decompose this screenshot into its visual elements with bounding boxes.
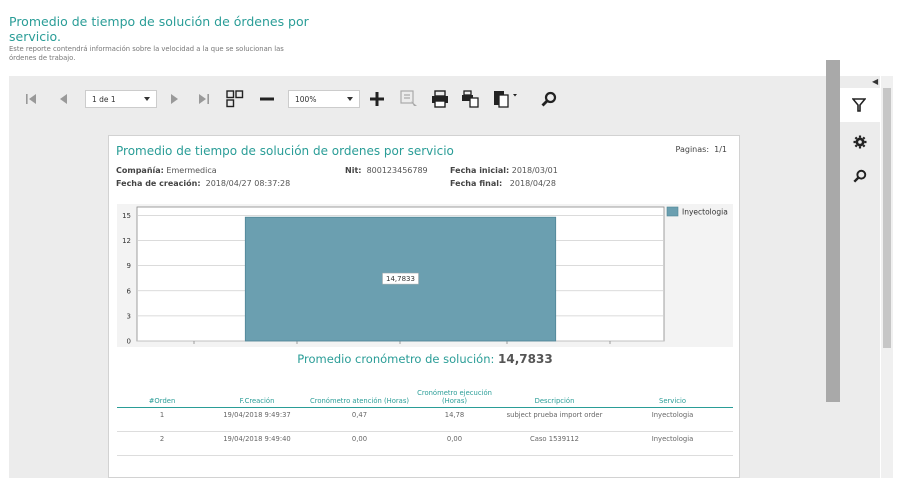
table-cell: 0,47: [307, 407, 412, 432]
summary-label: Promedio cronómetro de solución:: [297, 352, 495, 366]
zoom-select-value: 100%: [295, 94, 317, 104]
page-title: Promedio de tiempo de solución de órdene…: [9, 14, 309, 44]
pages-label: Paginas:: [675, 145, 710, 154]
zoom-out-icon[interactable]: [257, 88, 277, 110]
next-page-icon[interactable]: [167, 88, 183, 110]
bar-chart: 0 3 6 9 12 15 14,7833 Inyectologia: [117, 204, 733, 347]
print-page-icon[interactable]: [460, 88, 480, 110]
end-date-label: Fecha final:: [450, 179, 503, 188]
bar-chart-svg: 0 3 6 9 12 15 14,7833 Inyectologia: [122, 206, 728, 346]
summary-value: 14,7833: [498, 352, 553, 366]
y-tick-label: 12: [122, 237, 131, 245]
zoom-select[interactable]: 100%: [288, 90, 360, 108]
first-page-icon[interactable]: [23, 88, 39, 110]
legend-label: Inyectologia: [682, 208, 728, 217]
pages-indicator: Paginas: 1/1: [676, 145, 727, 154]
vertical-scrollbar[interactable]: [881, 76, 893, 478]
export-icon[interactable]: [492, 88, 520, 110]
company-row: Compañía: Emermedica: [116, 166, 217, 175]
table-header-row: #Orden F.Creación Cronómetro atención (H…: [117, 383, 733, 408]
y-tick-label: 6: [127, 287, 132, 295]
page-select-value: 1 de 1: [92, 94, 116, 104]
report-title: Promedio de tiempo de solución de ordene…: [116, 144, 454, 158]
table-cell: 19/04/2018 9:49:40: [207, 431, 307, 456]
column-header: Servicio: [612, 383, 733, 408]
report-header: Promedio de tiempo de solución de órdene…: [9, 14, 309, 63]
nit-value: 800123456789: [366, 166, 428, 175]
table-cell: 19/04/2018 9:49:37: [207, 407, 307, 432]
filter-icon[interactable]: [851, 97, 867, 116]
table-cell: 14,78: [412, 407, 497, 432]
table-cell: Inyectologia: [612, 407, 733, 432]
highlight-icon: [399, 88, 419, 110]
company-label: Compañía:: [116, 166, 164, 175]
table-cell: 0,00: [412, 431, 497, 456]
print-icon[interactable]: [430, 88, 450, 110]
start-date-row: Fecha inicial: 2018/03/01: [450, 166, 558, 175]
page-description: Este reporte contendrá información sobre…: [9, 45, 284, 62]
pages-value: 1/1: [714, 145, 727, 154]
table-cell: 0,00: [307, 431, 412, 456]
company-value: Emermedica: [166, 166, 217, 175]
collapse-panel-icon[interactable]: ◀: [872, 77, 878, 86]
report-page: Promedio de tiempo de solución de ordene…: [108, 135, 740, 478]
created-value: 2018/04/27 08:37:28: [205, 179, 291, 188]
table-cell: Caso 1539112: [497, 431, 612, 456]
y-tick-label: 3: [127, 312, 131, 320]
table-cell: 2: [117, 431, 207, 456]
table-row: 1 19/04/2018 9:49:37 0,47 14,78 subject …: [117, 407, 733, 432]
summary-line: Promedio cronómetro de solución: 14,7833: [109, 352, 741, 366]
multipage-icon[interactable]: [225, 88, 245, 110]
nit-label: Nit:: [345, 166, 362, 175]
column-header: Descripción: [497, 383, 612, 408]
search-icon[interactable]: [539, 88, 559, 110]
orders-table: #Orden F.Creación Cronómetro atención (H…: [117, 383, 733, 456]
created-label: Fecha de creación:: [116, 179, 201, 188]
gear-icon[interactable]: [853, 134, 867, 153]
nit-row: Nit: 800123456789: [345, 166, 428, 175]
y-tick-label: 15: [122, 212, 131, 220]
y-tick-label: 9: [127, 262, 131, 270]
data-label: 14,7833: [386, 275, 415, 283]
end-date-row: Fecha final: 2018/04/28: [450, 179, 556, 188]
column-header: #Orden: [117, 383, 207, 408]
table-cell: 1: [117, 407, 207, 432]
end-date-value: 2018/04/28: [509, 179, 556, 188]
prev-page-icon[interactable]: [55, 88, 71, 110]
column-header: Cronómetro ejecución (Horas): [412, 383, 497, 408]
chevron-down-icon: [347, 97, 353, 101]
legend-swatch: [666, 206, 679, 217]
start-date-value: 2018/03/01: [511, 166, 558, 175]
zoom-in-icon[interactable]: [367, 88, 387, 110]
viewer-side-strip: [826, 60, 840, 402]
last-page-icon[interactable]: [196, 88, 212, 110]
table-cell: Inyectologia: [612, 431, 733, 456]
y-tick-label: 0: [127, 338, 131, 346]
scrollbar-thumb[interactable]: [883, 88, 891, 348]
search-icon[interactable]: [853, 168, 867, 187]
viewer-toolbar: 1 de 1 100%: [9, 76, 841, 122]
page-select[interactable]: 1 de 1: [85, 90, 157, 108]
start-date-label: Fecha inicial:: [450, 166, 510, 175]
table-row: 2 19/04/2018 9:49:40 0,00 0,00 Caso 1539…: [117, 431, 733, 456]
column-header: F.Creación: [207, 383, 307, 408]
created-row: Fecha de creación: 2018/04/27 08:37:28: [116, 179, 290, 188]
table-cell: subject prueba import order: [497, 407, 612, 432]
chevron-down-icon: [144, 97, 150, 101]
column-header: Cronómetro atención (Horas): [307, 383, 412, 408]
